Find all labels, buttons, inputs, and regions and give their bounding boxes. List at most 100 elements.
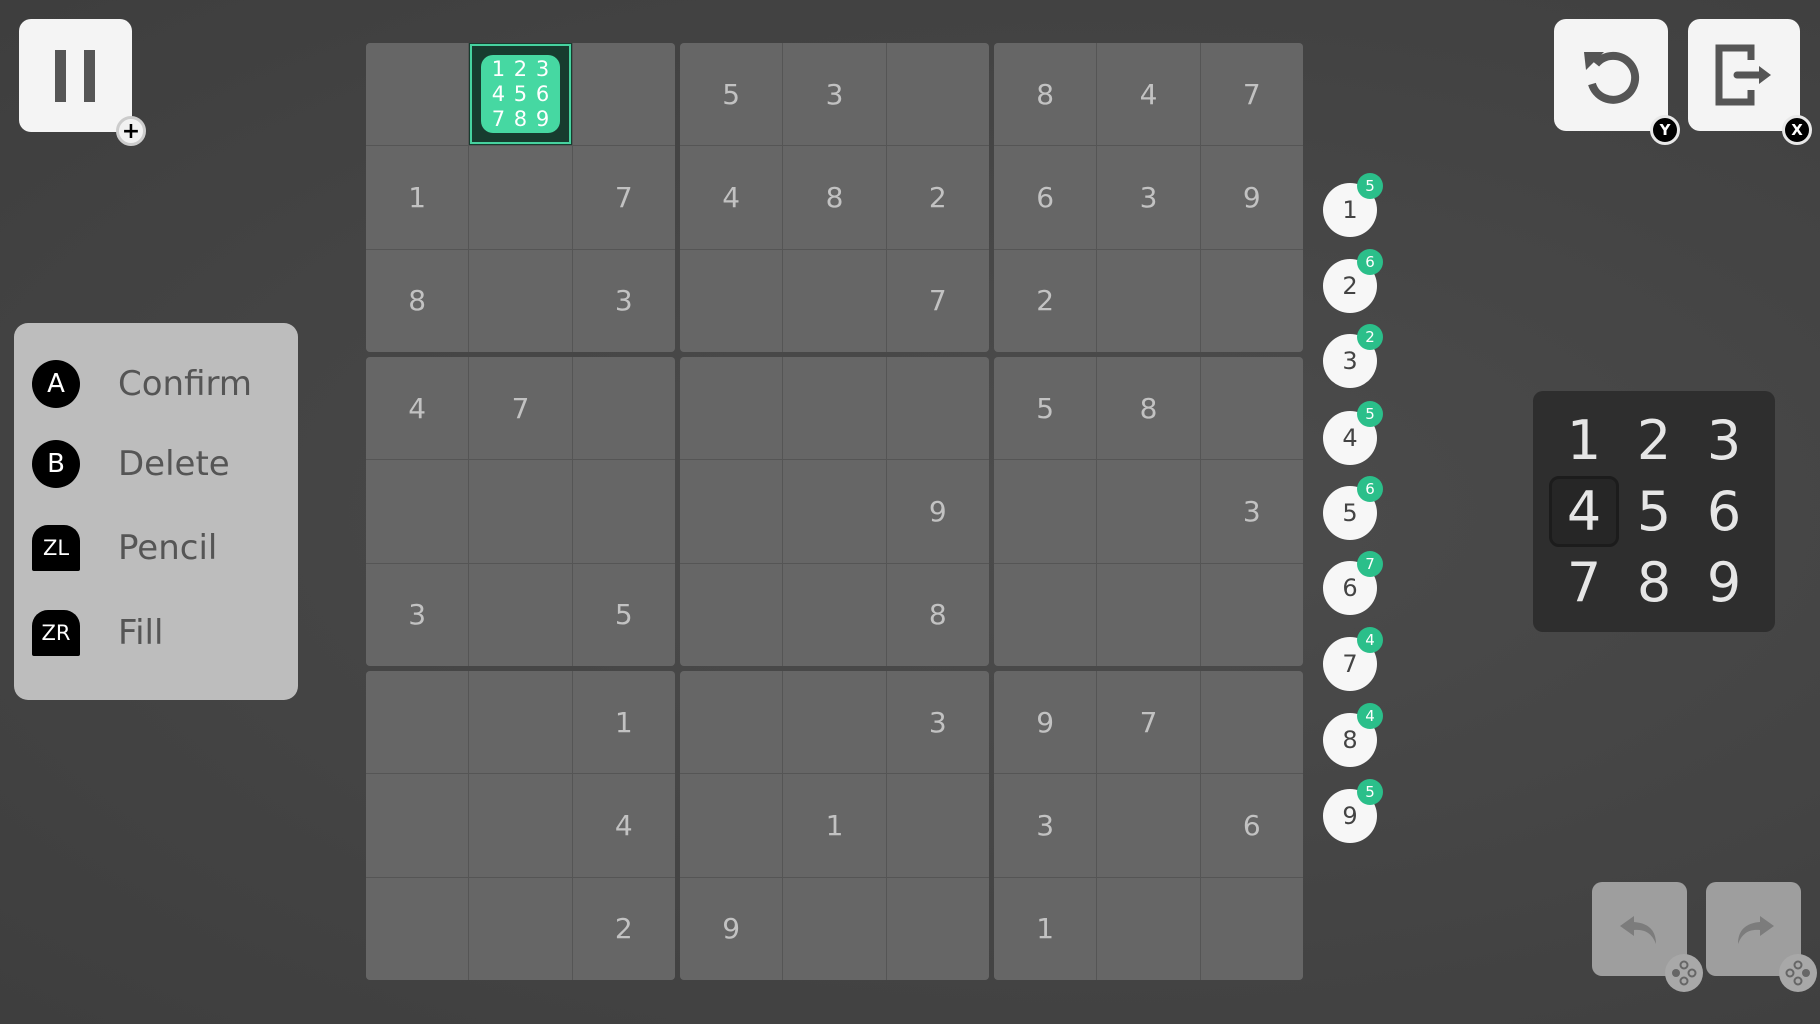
grid-cell[interactable] (1200, 563, 1303, 666)
grid-cell[interactable] (366, 671, 469, 774)
exit-button[interactable]: X (1688, 19, 1812, 145)
grid-cell[interactable] (469, 877, 572, 980)
redo-button[interactable] (1706, 882, 1817, 992)
grid-cell[interactable]: 5 (994, 357, 1097, 460)
grid-cell[interactable]: 5 (680, 43, 783, 146)
grid-cell[interactable]: 3 (366, 563, 469, 666)
grid-cell[interactable]: 9 (1200, 146, 1303, 249)
grid-cell[interactable] (1097, 877, 1200, 980)
grid-cell[interactable]: 1 (994, 877, 1097, 980)
numpad-key-3[interactable]: 3 (1689, 405, 1759, 476)
numpad-key-9[interactable]: 9 (1689, 547, 1759, 618)
grid-cell[interactable]: 8 (783, 146, 886, 249)
grid-cell[interactable] (680, 460, 783, 563)
grid-cell[interactable] (1097, 774, 1200, 877)
numpad-key-5[interactable]: 5 (1619, 476, 1689, 547)
grid-cell[interactable] (783, 877, 886, 980)
restart-button[interactable]: Y (1554, 19, 1680, 145)
grid-cell[interactable] (680, 563, 783, 666)
grid-cell[interactable] (1200, 671, 1303, 774)
grid-cell[interactable]: 3 (783, 43, 886, 146)
grid-cell[interactable] (680, 671, 783, 774)
grid-cell[interactable] (680, 249, 783, 352)
grid-cell[interactable]: 8 (994, 43, 1097, 146)
legend-fill: ZR Fill (32, 610, 163, 656)
grid-cell[interactable] (994, 460, 1097, 563)
grid-cell[interactable]: 4 (572, 774, 675, 877)
grid-cell[interactable]: 8 (886, 563, 989, 666)
numpad-key-1[interactable]: 1 (1549, 405, 1619, 476)
grid-cell[interactable]: 2 (572, 877, 675, 980)
grid-cell[interactable]: 9 (886, 460, 989, 563)
grid-cell[interactable] (469, 460, 572, 563)
grid-cell[interactable]: 1 (783, 774, 886, 877)
grid-cell[interactable]: 8 (1097, 357, 1200, 460)
grid-cell[interactable] (886, 877, 989, 980)
grid-cell[interactable]: 2 (886, 146, 989, 249)
grid-cell[interactable] (572, 460, 675, 563)
grid-cell[interactable]: 7 (1097, 671, 1200, 774)
grid-cell[interactable]: 3 (572, 249, 675, 352)
grid-cell[interactable] (366, 774, 469, 877)
grid-cell[interactable] (680, 357, 783, 460)
grid-cell[interactable]: 1 (572, 671, 675, 774)
grid-cell[interactable] (469, 563, 572, 666)
grid-cell[interactable] (1200, 249, 1303, 352)
numpad-key-7[interactable]: 7 (1549, 547, 1619, 618)
grid-cell[interactable]: 7 (572, 146, 675, 249)
grid-cell[interactable] (1200, 877, 1303, 980)
grid-cell[interactable] (469, 249, 572, 352)
grid-cell[interactable] (783, 671, 886, 774)
grid-cell[interactable] (572, 43, 675, 146)
grid-cell[interactable]: 1 (366, 146, 469, 249)
numpad-key-6[interactable]: 6 (1689, 476, 1759, 547)
grid-cell[interactable]: 4 (366, 357, 469, 460)
grid-cell[interactable] (1097, 249, 1200, 352)
grid-cell[interactable] (366, 43, 469, 146)
pause-button[interactable]: + (19, 19, 146, 146)
grid-box: 1234567891783 (366, 43, 675, 352)
grid-cell[interactable]: 9 (680, 877, 783, 980)
grid-cell[interactable] (886, 774, 989, 877)
grid-cell[interactable]: 3 (994, 774, 1097, 877)
grid-cell[interactable] (994, 563, 1097, 666)
grid-cell[interactable]: 2 (994, 249, 1097, 352)
grid-cell[interactable] (1097, 460, 1200, 563)
grid-cell[interactable]: 9 (994, 671, 1097, 774)
digit: 3 (1342, 347, 1358, 375)
grid-cell[interactable] (469, 671, 572, 774)
undo-button[interactable] (1592, 882, 1703, 992)
grid-cell[interactable] (680, 774, 783, 877)
grid-cell[interactable]: 6 (1200, 774, 1303, 877)
grid-cell[interactable] (366, 460, 469, 563)
grid-cell[interactable] (783, 563, 886, 666)
grid-cell[interactable]: 7 (1200, 43, 1303, 146)
grid-cell[interactable]: 4 (1097, 43, 1200, 146)
selected-cell[interactable]: 123 456 789 (469, 43, 572, 146)
grid-cell[interactable]: 3 (1097, 146, 1200, 249)
grid-cell[interactable]: 7 (886, 249, 989, 352)
grid-cell[interactable] (469, 774, 572, 877)
grid-cell[interactable] (469, 146, 572, 249)
grid-cell[interactable] (783, 460, 886, 563)
grid-cell[interactable] (1097, 563, 1200, 666)
grid-cell[interactable]: 3 (886, 671, 989, 774)
pencil-note: 7 (491, 106, 506, 131)
grid-cell[interactable]: 7 (469, 357, 572, 460)
digit: 2 (1342, 272, 1358, 300)
grid-cell[interactable] (886, 357, 989, 460)
grid-cell[interactable] (366, 877, 469, 980)
numpad-key-4[interactable]: 4 (1549, 476, 1619, 547)
grid-cell[interactable] (783, 249, 886, 352)
grid-cell[interactable]: 4 (680, 146, 783, 249)
numpad-key-2[interactable]: 2 (1619, 405, 1689, 476)
grid-cell[interactable]: 3 (1200, 460, 1303, 563)
grid-cell[interactable] (886, 43, 989, 146)
grid-cell[interactable]: 8 (366, 249, 469, 352)
grid-cell[interactable]: 6 (994, 146, 1097, 249)
grid-cell[interactable] (572, 357, 675, 460)
grid-cell[interactable] (1200, 357, 1303, 460)
numpad-key-8[interactable]: 8 (1619, 547, 1689, 618)
grid-cell[interactable] (783, 357, 886, 460)
grid-cell[interactable]: 5 (572, 563, 675, 666)
